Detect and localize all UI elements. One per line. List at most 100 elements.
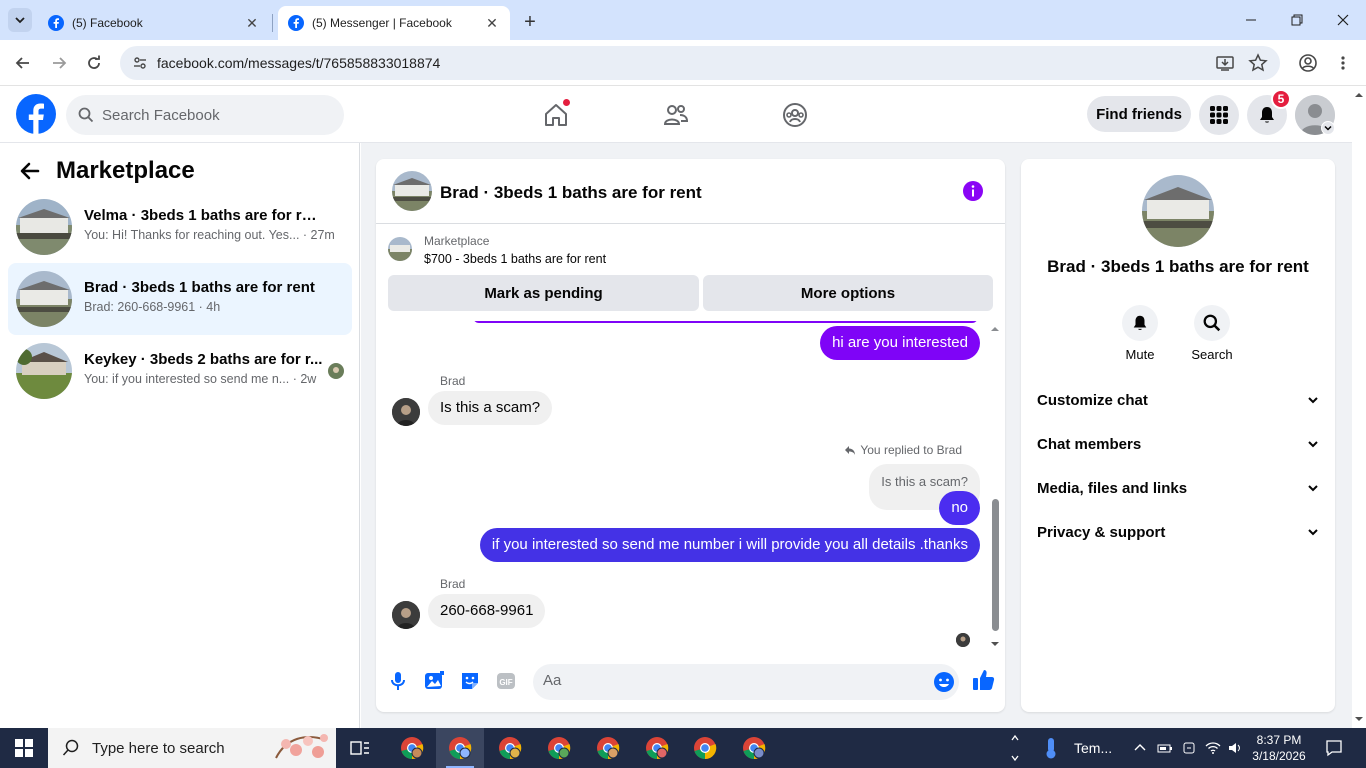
facebook-logo-icon[interactable] [16,94,56,134]
home-notification-dot [562,98,571,107]
account-chevron[interactable] [1321,121,1335,135]
chat-title[interactable]: Brad · 3beds 1 baths are for rent [440,183,702,203]
chevron-up-icon[interactable] [1133,741,1147,755]
tab-facebook[interactable]: (5) Facebook ✕ [38,6,270,40]
weather-widget[interactable]: Tem... [1042,728,1112,768]
more-options-button[interactable]: More options [703,275,993,311]
message-scrollbar[interactable] [989,321,1001,649]
conversation-item-brad[interactable]: Brad · 3beds 1 baths are for rent Brad: … [8,263,352,335]
back-button[interactable] [10,50,36,76]
facebook-search-box[interactable] [66,95,344,135]
mute-label: Mute [1125,347,1155,362]
install-app-icon[interactable] [1215,53,1235,73]
search-in-conversation-button[interactable]: Search [1182,305,1242,362]
chrome-icon [597,737,620,760]
taskbar-chrome-6[interactable] [633,728,681,768]
taskbar-chrome-8[interactable] [730,728,778,768]
taskbar-scroll-icon[interactable] [1010,728,1020,768]
sender-avatar[interactable] [392,398,420,426]
omnibox[interactable]: facebook.com/messages/t/765858833018874 [120,46,1280,80]
bookmark-star-icon[interactable] [1248,53,1268,73]
restore-button[interactable] [1274,0,1320,40]
outgoing-message[interactable]: if you interested so send me number i wi… [479,528,980,562]
message-input[interactable] [543,672,913,689]
taskbar-chrome-7[interactable] [681,728,729,768]
wifi-icon[interactable] [1205,741,1221,755]
media-files-links-section[interactable]: Media, files and links [1021,466,1335,510]
facebook-search-input[interactable] [102,106,322,124]
tab-search-button[interactable] [8,8,32,32]
mark-as-pending-button[interactable]: Mark as pending [388,275,699,311]
new-tab-button[interactable]: + [518,10,542,34]
scroll-up-icon[interactable] [989,324,1001,334]
meet-now-icon[interactable] [1181,741,1197,755]
minimize-button[interactable] [1228,0,1274,40]
groups-nav-button[interactable] [780,100,810,130]
listing-price-title[interactable]: $700 - 3beds 1 baths are for rent [424,252,606,266]
system-tray[interactable] [1133,728,1243,768]
chrome-icon [646,737,669,760]
search-icon [62,739,79,756]
facebook-favicon-icon [48,15,64,31]
taskbar-clock[interactable]: 8:37 PM 3/18/2026 [1246,732,1312,764]
arrow-right-icon [53,57,67,69]
sticker-icon[interactable] [459,670,481,692]
taskbar-chrome-5[interactable] [584,728,632,768]
back-arrow-icon[interactable] [20,161,40,181]
volume-icon[interactable] [1227,741,1243,755]
thumbs-up-icon[interactable] [972,668,996,692]
search-icon [1203,314,1221,332]
mute-button[interactable]: Mute [1110,305,1170,362]
outgoing-message[interactable]: no [939,491,980,525]
site-info-icon[interactable] [128,51,152,75]
bell-icon [1133,315,1147,330]
menu-button[interactable] [1199,95,1239,135]
profile-button[interactable] [1295,50,1321,76]
taskbar-chrome-2[interactable] [436,728,484,768]
privacy-support-section[interactable]: Privacy & support [1021,510,1335,554]
reload-icon [88,55,100,69]
browser-menu-button[interactable] [1330,50,1356,76]
task-view-button[interactable] [336,728,384,768]
close-tab-icon[interactable]: ✕ [484,15,500,31]
close-tab-icon[interactable]: ✕ [244,15,260,31]
taskbar-chrome-4[interactable] [535,728,583,768]
chat-avatar[interactable] [392,171,432,211]
conversation-item-velma[interactable]: Velma · 3beds 1 baths are for rent You: … [8,191,352,263]
sender-avatar[interactable] [392,601,420,629]
microphone-icon[interactable] [387,670,409,692]
customize-chat-section[interactable]: Customize chat [1021,378,1335,422]
friends-icon [663,105,689,125]
scroll-down-icon[interactable] [1352,714,1366,724]
reload-button[interactable] [81,50,107,76]
forward-button[interactable] [46,50,72,76]
gif-icon[interactable]: GIF [495,670,517,692]
tab-messenger[interactable]: (5) Messenger | Facebook ✕ [278,6,510,40]
scrollbar-thumb[interactable] [992,499,999,631]
page-scrollbar[interactable] [1352,86,1366,728]
chat-members-section[interactable]: Chat members [1021,422,1335,466]
notifications-button[interactable]: 5 [1247,89,1291,135]
photo-icon[interactable] [423,670,445,692]
start-button[interactable] [0,728,48,768]
info-icon[interactable] [963,181,983,201]
notification-center-button[interactable] [1310,728,1358,768]
outgoing-message[interactable]: hi are you interested [820,326,980,360]
find-friends-button[interactable]: Find friends [1087,96,1191,132]
taskbar-search[interactable]: Type here to search [48,728,336,768]
battery-icon[interactable] [1157,741,1173,755]
home-nav-button[interactable] [541,98,571,130]
scroll-up-icon[interactable] [1352,90,1366,100]
incoming-message[interactable]: 260-668-9961 [428,594,546,628]
conversation-item-keykey[interactable]: Keykey · 3beds 2 baths are for r... You:… [8,335,352,407]
taskbar-chrome-3[interactable] [486,728,534,768]
taskbar-overflow[interactable] [1010,728,1020,768]
taskbar-chrome-1[interactable] [388,728,436,768]
close-window-button[interactable] [1320,0,1366,40]
emoji-icon[interactable] [933,671,955,693]
scroll-down-icon[interactable] [989,639,1001,649]
message-input-box[interactable] [533,664,959,700]
listing-thumbnail [16,199,72,255]
incoming-message[interactable]: Is this a scam? [428,391,553,425]
friends-nav-button[interactable] [661,100,691,130]
